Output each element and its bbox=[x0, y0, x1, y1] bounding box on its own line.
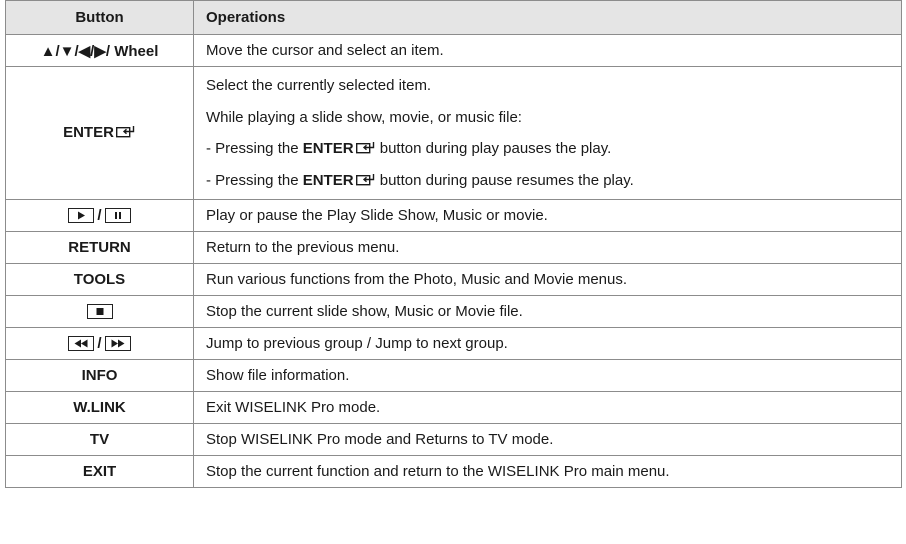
operation-line: Select the currently selected item. bbox=[206, 77, 432, 94]
table-row: TV Stop WISELINK Pro mode and Returns to… bbox=[5, 423, 902, 457]
operation-cell: Run various functions from the Photo, Mu… bbox=[193, 263, 902, 297]
pause-key-icon bbox=[104, 208, 131, 224]
operation-cell: Stop the current slide show, Music or Mo… bbox=[193, 295, 902, 329]
table-row: RETURN Return to the previous menu. bbox=[5, 231, 902, 265]
button-cell-enter: ENTER bbox=[5, 65, 194, 201]
key-separator: / bbox=[97, 207, 102, 225]
table-row: ▲/▼/◀/▶/ Wheel Move the cursor and selec… bbox=[5, 34, 902, 67]
enter-label: ENTER bbox=[63, 123, 114, 141]
enter-icon bbox=[115, 125, 136, 143]
button-cell-wlink: W.LINK bbox=[5, 391, 194, 425]
enter-icon bbox=[355, 135, 376, 167]
operation-cell: Select the currently selected item. Whil… bbox=[193, 65, 902, 201]
operation-cell: Play or pause the Play Slide Show, Music… bbox=[193, 199, 902, 233]
button-cell-return: RETURN bbox=[5, 231, 194, 265]
button-cell-exit: EXIT bbox=[5, 455, 194, 489]
button-cell-info: INFO bbox=[5, 359, 194, 393]
header-operations: Operations bbox=[193, 0, 902, 35]
table-row: / Jump to previous group / Jump to next … bbox=[5, 327, 902, 361]
header-button: Button bbox=[5, 0, 194, 35]
operation-line: While playing a slide show, movie, or mu… bbox=[206, 108, 522, 126]
operation-cell: Stop WISELINK Pro mode and Returns to TV… bbox=[193, 423, 902, 457]
button-cell-navigation: ▲/▼/◀/▶/ Wheel bbox=[5, 34, 194, 67]
table-row: TOOLS Run various functions from the Pho… bbox=[5, 263, 902, 297]
operation-cell: Stop the current function and return to … bbox=[193, 455, 902, 489]
button-cell-stop bbox=[5, 295, 194, 329]
table-row: INFO Show file information. bbox=[5, 359, 902, 393]
table-row: / Play or pause the Play Slide Show, Mus… bbox=[5, 199, 902, 233]
fast-forward-key-icon bbox=[104, 336, 131, 352]
table-row: Stop the current slide show, Music or Mo… bbox=[5, 295, 902, 329]
operation-cell: Move the cursor and select an item. bbox=[193, 34, 902, 67]
enter-icon bbox=[355, 167, 376, 199]
table-header-row: Button Operations bbox=[5, 0, 902, 35]
operation-cell: Show file information. bbox=[193, 359, 902, 393]
operation-cell: Exit WISELINK Pro mode. bbox=[193, 391, 902, 425]
table-row: EXIT Stop the current function and retur… bbox=[5, 455, 902, 489]
operation-line: - Pressing the ENTER button during pause… bbox=[206, 165, 901, 197]
button-cell-tools: TOOLS bbox=[5, 263, 194, 297]
rewind-key-icon bbox=[68, 336, 95, 352]
button-operations-table: Button Operations ▲/▼/◀/▶/ Wheel Move th… bbox=[5, 0, 902, 489]
button-cell-play-pause: / bbox=[5, 199, 194, 233]
operation-line: - Pressing the ENTER button during play … bbox=[206, 133, 901, 165]
operation-cell: Jump to previous group / Jump to next gr… bbox=[193, 327, 902, 361]
play-key-icon bbox=[68, 208, 95, 224]
stop-key-icon bbox=[86, 304, 113, 320]
table-row: ENTER Select the currently selected item… bbox=[5, 65, 902, 201]
operation-cell: Return to the previous menu. bbox=[193, 231, 902, 265]
button-cell-skip: / bbox=[5, 327, 194, 361]
button-cell-tv: TV bbox=[5, 423, 194, 457]
key-separator: / bbox=[97, 335, 102, 353]
table-row: W.LINK Exit WISELINK Pro mode. bbox=[5, 391, 902, 425]
